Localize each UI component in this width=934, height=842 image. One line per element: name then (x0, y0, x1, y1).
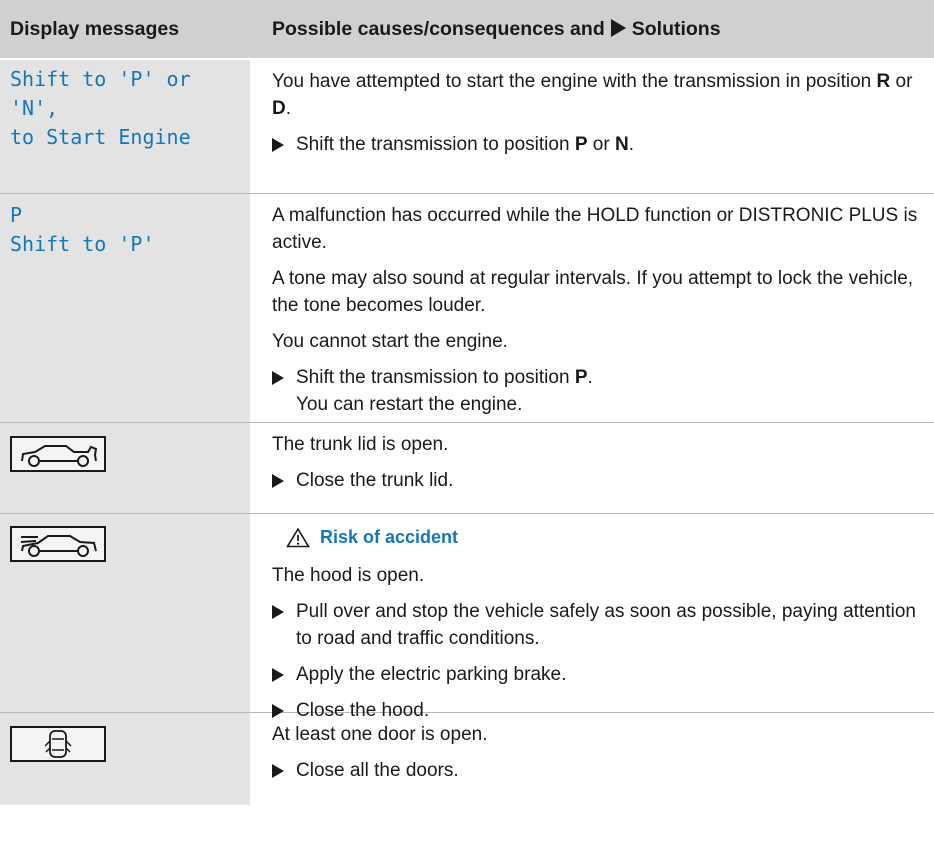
cause-solution-cell: A malfunction has occurred while the HOL… (250, 194, 934, 422)
solution-arrow-icon (272, 138, 284, 152)
door-open-icon (10, 726, 106, 762)
solution-arrow-icon (610, 19, 626, 37)
solution-result-text: You can restart the engine. (296, 394, 523, 415)
solution-step: Close all the doors. (272, 757, 922, 784)
cause-text: The hood is open. (272, 565, 425, 586)
cause-text: A tone may also sound at regular interva… (272, 268, 914, 316)
header-solutions-text: Solutions (631, 18, 721, 40)
display-message-line: Shift to 'P' (10, 232, 155, 256)
solution-arrow-icon (272, 764, 284, 778)
warning-triangle-icon (286, 527, 310, 548)
cause-text: The trunk lid is open. (272, 434, 449, 455)
display-icon-cell (0, 514, 250, 712)
cause-text: You have attempted to start the engine w… (272, 71, 913, 119)
solution-arrow-icon (272, 371, 284, 385)
solution-step: Shift the transmission to position P or … (272, 131, 922, 158)
hood-open-icon (10, 526, 106, 562)
warning-heading: Risk of accident (272, 524, 922, 551)
header-display-messages: Display messages (0, 0, 250, 58)
table-row: Shift to 'P' or 'N', to Start Engine You… (0, 60, 934, 194)
display-icon-cell (0, 423, 250, 513)
solution-step: Pull over and stop the vehicle safely as… (272, 598, 922, 652)
solution-step: Close the trunk lid. (272, 467, 922, 494)
solution-arrow-icon (272, 668, 284, 682)
solution-arrow-icon (272, 474, 284, 488)
solution-arrow-icon (272, 704, 284, 718)
cause-text: You cannot start the engine. (272, 331, 508, 352)
cause-text: At least one door is open. (272, 724, 488, 745)
display-message-line: Shift to 'P' or (10, 67, 191, 91)
solution-step: Shift the transmission to position P. You… (272, 364, 922, 418)
table-row: Risk of accident The hood is open. Pull … (0, 514, 934, 721)
table-row: At least one door is open. Close all the… (0, 713, 934, 805)
trunk-open-icon (10, 436, 106, 472)
solution-arrow-icon (272, 605, 284, 619)
display-message-cell: Shift to 'P' or 'N', to Start Engine (0, 60, 250, 193)
solution-step: Apply the electric parking brake. (272, 661, 922, 688)
display-message-line: 'N', (10, 96, 59, 120)
display-messages-table: Display messages Possible causes/consequ… (0, 0, 934, 805)
cause-solution-cell: At least one door is open. Close all the… (250, 713, 934, 805)
display-icon-cell (0, 713, 250, 805)
solution-step: Close the hood. (272, 697, 922, 724)
header-causes-solutions: Possible causes/consequences and Solution… (250, 0, 934, 58)
cause-solution-cell: The trunk lid is open. Close the trunk l… (250, 423, 934, 513)
table-header: Display messages Possible causes/consequ… (0, 0, 934, 60)
table-row: The trunk lid is open. Close the trunk l… (0, 423, 934, 514)
display-message-line: to Start Engine (10, 125, 191, 149)
cause-solution-cell: You have attempted to start the engine w… (250, 60, 934, 193)
display-message-cell: P Shift to 'P' (0, 194, 250, 422)
warning-title: Risk of accident (320, 527, 459, 547)
table-row: P Shift to 'P' A malfunction has occurre… (0, 194, 934, 423)
header-causes-text: Possible causes/consequences and (272, 18, 605, 40)
cause-text: A malfunction has occurred while the HOL… (272, 205, 918, 253)
display-message-line: P (10, 203, 23, 227)
cause-solution-cell: Risk of accident The hood is open. Pull … (250, 514, 934, 721)
